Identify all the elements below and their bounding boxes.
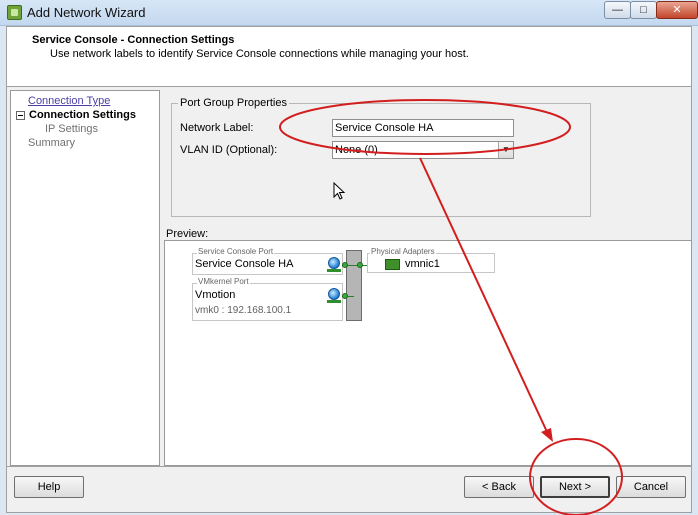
port-base-icon (327, 269, 341, 272)
connector-dot-icon (342, 293, 348, 299)
service-console-port-caption: Service Console Port (197, 247, 275, 256)
close-button[interactable]: ✕ (656, 1, 698, 19)
minimize-button[interactable]: — (604, 1, 631, 19)
virtual-switch-bar (346, 250, 362, 321)
service-console-port-name: Service Console HA (195, 258, 294, 270)
physical-adapters-caption: Physical Adapters (370, 247, 436, 256)
network-label-label: Network Label: (180, 122, 254, 134)
preview-label: Preview: (166, 228, 209, 240)
connector-dot-icon (342, 262, 348, 268)
page-subtitle: Use network labels to identify Service C… (50, 48, 469, 60)
next-button[interactable]: Next > (540, 476, 610, 498)
connector-dot-icon (357, 262, 363, 268)
network-globe-icon (328, 288, 340, 300)
physical-adapter-name: vmnic1 (405, 258, 440, 270)
footer-separator (7, 466, 691, 467)
nav-step-summary: Summary (28, 137, 76, 149)
vmkernel-port-ip: vmk0 : 192.168.100.1 (195, 305, 292, 316)
vmkernel-port-name: Vmotion (195, 289, 236, 301)
mouse-cursor-icon (333, 182, 346, 200)
help-button[interactable]: Help (14, 476, 84, 498)
nav-step-connection-settings: Connection Settings (29, 109, 136, 121)
cancel-button[interactable]: Cancel (616, 476, 686, 498)
group-legend: Port Group Properties (178, 97, 289, 109)
page-title: Service Console - Connection Settings (32, 34, 235, 46)
back-button[interactable]: < Back (464, 476, 534, 498)
port-base-icon (327, 300, 341, 303)
vlan-id-label: VLAN ID (Optional): (180, 144, 278, 156)
window-title: Add Network Wizard (27, 5, 146, 20)
wizard-app-icon (7, 5, 22, 20)
vlan-id-value: None (0) (335, 144, 378, 156)
network-globe-icon (328, 257, 340, 269)
nav-step-ip-settings: IP Settings (45, 123, 98, 135)
network-label-input[interactable]: Service Console HA (332, 119, 514, 137)
nav-step-connection-type[interactable]: Connection Type (28, 95, 110, 107)
network-adapter-icon (385, 259, 400, 270)
vmkernel-port-caption: VMkernel Port (197, 277, 250, 286)
vlan-id-select[interactable]: None (0) ▼ (332, 141, 514, 159)
collapse-box-icon[interactable] (16, 111, 25, 120)
maximize-button[interactable]: □ (630, 1, 657, 19)
chevron-down-icon[interactable]: ▼ (498, 142, 513, 158)
